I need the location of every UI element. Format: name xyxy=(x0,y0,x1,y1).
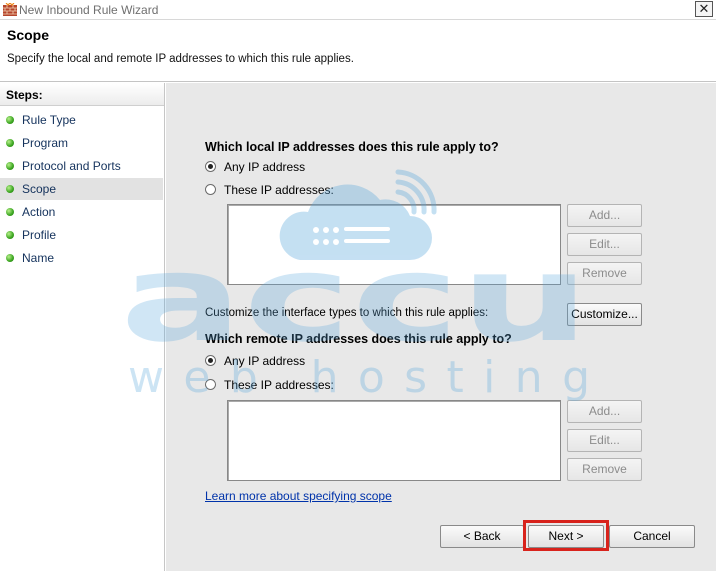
interface-types-text: Customize the interface types to which t… xyxy=(205,307,489,319)
step-name[interactable]: Name xyxy=(0,247,163,269)
step-status-icon xyxy=(6,185,14,193)
radio-unselected-icon xyxy=(205,184,216,195)
step-status-icon xyxy=(6,231,14,239)
back-button[interactable]: < Back xyxy=(440,525,524,548)
customize-button[interactable]: Customize... xyxy=(567,303,642,326)
radio-label: Any IP address xyxy=(224,160,306,174)
step-program[interactable]: Program xyxy=(0,132,163,154)
radio-unselected-icon xyxy=(205,379,216,390)
step-status-icon xyxy=(6,139,14,147)
local-ip-question: Which local IP addresses does this rule … xyxy=(205,140,499,154)
step-status-icon xyxy=(6,208,14,216)
radio-label: These IP addresses: xyxy=(224,378,334,392)
page-description: Specify the local and remote IP addresse… xyxy=(7,53,354,65)
local-add-button[interactable]: Add... xyxy=(567,204,642,227)
step-scope[interactable]: Scope xyxy=(0,178,163,200)
radio-selected-icon xyxy=(205,355,216,366)
wizard-header: Scope Specify the local and remote IP ad… xyxy=(0,20,716,82)
step-action[interactable]: Action xyxy=(0,201,163,223)
remote-add-button[interactable]: Add... xyxy=(567,400,642,423)
window-title: New Inbound Rule Wizard xyxy=(19,3,159,17)
scope-content-panel: Which local IP addresses does this rule … xyxy=(166,83,716,571)
step-label: Rule Type xyxy=(22,113,76,127)
step-status-icon xyxy=(6,254,14,262)
local-ip-list[interactable] xyxy=(227,204,561,285)
steps-heading: Steps: xyxy=(0,83,164,106)
step-profile[interactable]: Profile xyxy=(0,224,163,246)
local-edit-button[interactable]: Edit... xyxy=(567,233,642,256)
radio-selected-icon xyxy=(205,161,216,172)
remote-remove-button[interactable]: Remove xyxy=(567,458,642,481)
step-label: Profile xyxy=(22,228,57,242)
close-icon: ✕ xyxy=(698,1,710,16)
cancel-button[interactable]: Cancel xyxy=(609,525,695,548)
firewall-icon xyxy=(3,3,17,16)
remote-ip-question: Which remote IP addresses does this rule… xyxy=(205,332,512,346)
radio-label: These IP addresses: xyxy=(224,183,334,197)
radio-label: Any IP address xyxy=(224,354,306,368)
page-title: Scope xyxy=(7,27,50,43)
steps-panel: Steps: Rule Type Program Protocol and Po… xyxy=(0,83,165,571)
remote-edit-button[interactable]: Edit... xyxy=(567,429,642,452)
title-bar: New Inbound Rule Wizard ✕ xyxy=(0,0,716,20)
step-label: Action xyxy=(22,205,56,219)
step-rule-type[interactable]: Rule Type xyxy=(0,109,163,131)
step-status-icon xyxy=(6,116,14,124)
local-remove-button[interactable]: Remove xyxy=(567,262,642,285)
close-button[interactable]: ✕ xyxy=(695,1,713,17)
step-protocol-and-ports[interactable]: Protocol and Ports xyxy=(0,155,163,177)
learn-more-link[interactable]: Learn more about specifying scope xyxy=(205,489,392,503)
step-label: Scope xyxy=(22,182,57,196)
step-status-icon xyxy=(6,162,14,170)
next-button-highlight xyxy=(523,520,609,551)
step-label: Program xyxy=(22,136,69,150)
step-label: Name xyxy=(22,251,55,265)
step-label: Protocol and Ports xyxy=(22,159,121,173)
remote-ip-list[interactable] xyxy=(227,400,561,481)
